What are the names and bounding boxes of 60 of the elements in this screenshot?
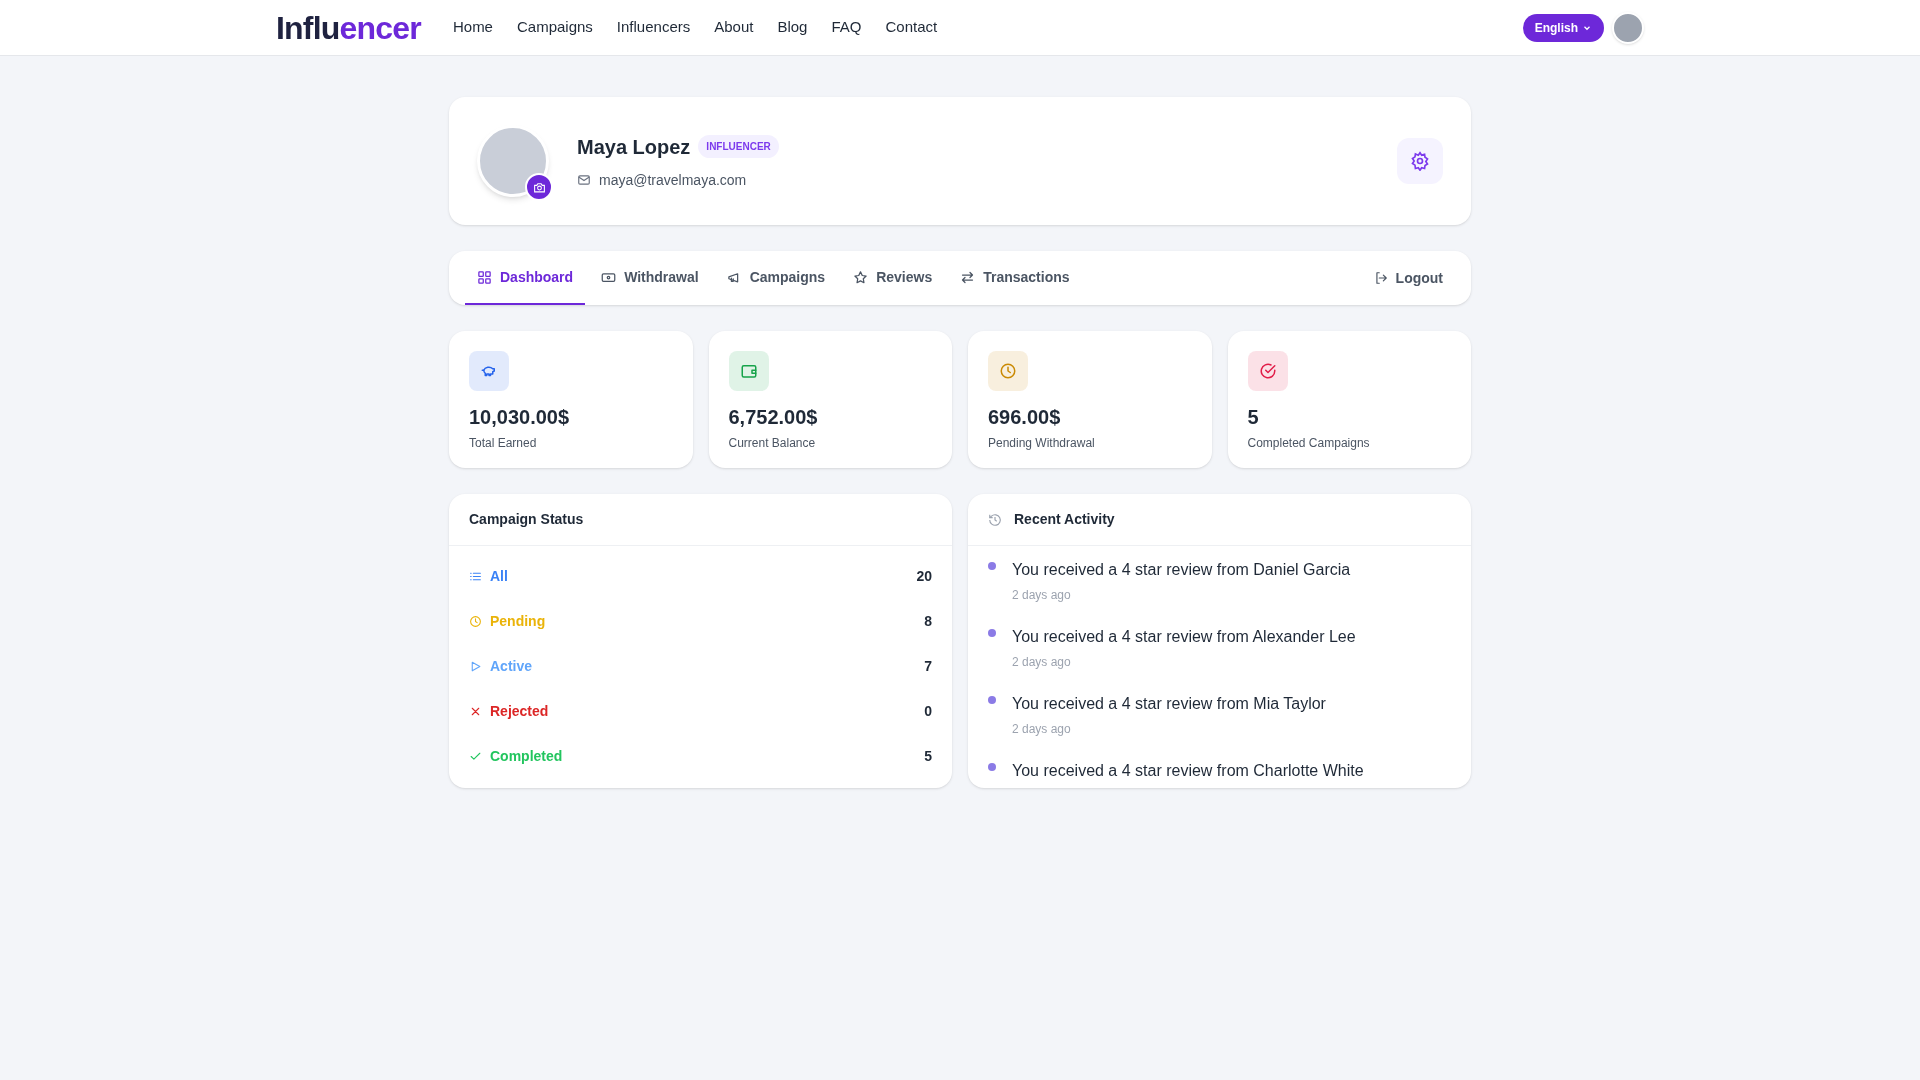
wallet-icon [739, 362, 758, 380]
tab[interactable]: Withdrawal [589, 251, 711, 305]
card-title: Campaign Status [469, 510, 584, 529]
stat-label: Current Balance [728, 435, 817, 452]
star-icon [853, 269, 869, 285]
check-circle-icon [1258, 362, 1277, 380]
status-count: 20 [916, 567, 932, 586]
nav-link[interactable]: Campaigns [516, 16, 593, 39]
logout-button[interactable]: Logout [1361, 251, 1455, 305]
list-icon [469, 570, 482, 583]
activity-text: You received a 4 star review from Alexander Lee [1012, 627, 1356, 647]
nav-link[interactable]: Influencers [616, 16, 691, 39]
tab[interactable]: Campaigns [714, 251, 838, 305]
nav-link[interactable]: Home [452, 16, 493, 39]
tab[interactable]: Reviews [841, 251, 945, 305]
card-title: Recent Activity [1014, 510, 1115, 529]
nav-link[interactable]: FAQ [831, 16, 862, 39]
activity-text: You received a 4 star review from Mia Taylor [1012, 694, 1326, 714]
tab[interactable]: Transactions [948, 251, 1082, 305]
stat-label: Completed Campaigns [1247, 435, 1371, 452]
activity-text: You received a 4 star review from Charlotte White [1012, 761, 1364, 781]
nav-link[interactable]: About [714, 16, 754, 39]
status-count: 7 [924, 657, 932, 676]
mail-icon [577, 173, 591, 187]
stat-label: Total Earned [469, 435, 538, 452]
grid-icon [477, 269, 492, 285]
camera-button[interactable] [525, 173, 553, 201]
profile-email: maya@travelmaya.com [599, 170, 747, 190]
status-count: 5 [924, 747, 932, 766]
stat-value: 10,030.00$ [469, 405, 571, 430]
stat-value: 6,752.00$ [728, 405, 819, 430]
stat-label: Pending Withdrawal [988, 435, 1096, 452]
settings-button[interactable] [1397, 138, 1443, 184]
status-count: 0 [924, 702, 932, 721]
nav-link[interactable]: Contact [885, 16, 938, 39]
profile-name: Maya Lopez [577, 134, 691, 160]
stat-value: 5 [1247, 405, 1260, 430]
logout-icon [1373, 271, 1388, 285]
status-count: 8 [924, 612, 932, 631]
stat-value: 696.00$ [988, 405, 1062, 430]
play-icon [469, 660, 482, 673]
activity-time: 2 days ago [1012, 721, 1072, 738]
activity-time: 2 days ago [1012, 587, 1072, 604]
language-button[interactable]: English [1522, 13, 1604, 42]
status-link[interactable]: Rejected [490, 701, 549, 722]
clock-icon [999, 362, 1017, 380]
status-link[interactable]: All [490, 566, 508, 587]
role-badge: INFLUENCER [698, 135, 779, 158]
clock-icon [469, 615, 482, 628]
history-icon [988, 512, 1002, 527]
logo[interactable]: Influencer [276, 3, 421, 52]
activity-time: 2 days ago [1012, 654, 1072, 671]
nav-link[interactable]: Blog [777, 16, 808, 39]
tab[interactable]: Dashboard [465, 251, 586, 305]
check-icon [469, 750, 482, 763]
arrows-icon [960, 269, 976, 285]
settings-icon [1410, 151, 1430, 171]
camera-icon [532, 180, 546, 194]
close-icon [469, 705, 482, 718]
activity-text: You received a 4 star review from Daniel Garcia [1012, 560, 1351, 580]
